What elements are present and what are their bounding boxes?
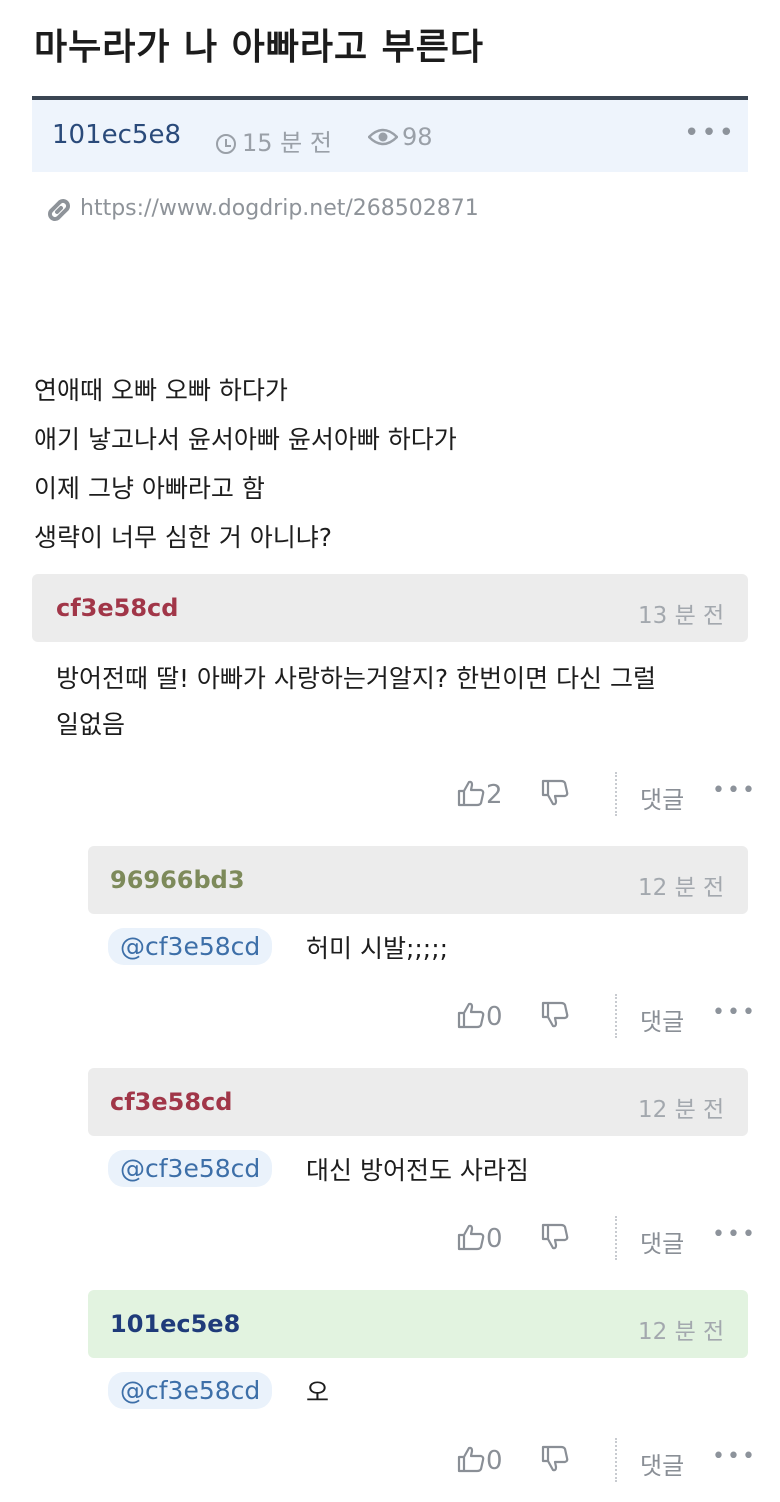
action-divider	[615, 772, 617, 816]
post-body-line: 이제 그냥 아빠라고 함	[34, 474, 265, 503]
more-dots-icon: •••	[712, 1444, 757, 1469]
post-url-link[interactable]: https://www.dogdrip.net/268502871	[80, 196, 479, 221]
thumbs-down-icon	[541, 1223, 569, 1250]
post-time: 15 분 전	[216, 123, 332, 158]
more-dots-icon: •••	[712, 778, 757, 803]
thumbs-up-icon	[457, 1224, 485, 1251]
comment-text: 대신 방어전도 사라짐	[306, 1156, 529, 1185]
like-count: 0	[486, 1446, 503, 1476]
reply-button[interactable]: 댓글	[640, 1446, 684, 1481]
more-dots-icon: •••	[712, 1222, 757, 1247]
link-icon	[48, 199, 70, 221]
post-time-text: 15 분 전	[242, 129, 332, 157]
clock-icon	[216, 134, 236, 154]
post-author[interactable]: 101ec5e8	[52, 120, 181, 150]
thumbs-down-icon	[541, 1445, 569, 1472]
like-button[interactable]: 0	[456, 1444, 503, 1476]
post-body-line: 생략이 너무 심한 거 아니냐?	[34, 523, 333, 552]
comment-text-line: 일없음	[56, 710, 126, 739]
comment-text: 허미 시발;;;;;	[306, 934, 449, 963]
thumbs-up-icon	[457, 780, 485, 807]
comment-more-button[interactable]: •••	[712, 1000, 757, 1025]
reply-button[interactable]: 댓글	[640, 1002, 684, 1037]
action-divider	[615, 1216, 617, 1260]
like-button[interactable]: 0	[456, 1222, 503, 1254]
comment-author[interactable]: cf3e58cd	[110, 1088, 232, 1116]
post-more-button[interactable]: •••	[684, 118, 736, 148]
mention-tag[interactable]: @cf3e58cd	[108, 1372, 273, 1409]
comment-time: 13 분 전	[638, 603, 725, 629]
eye-icon	[367, 128, 399, 146]
dislike-button[interactable]	[540, 1222, 570, 1254]
comment-text: 방어전때 딸! 아빠가 사랑하는거알지? 한번이면 다신 그럴 일없음	[56, 656, 756, 748]
like-button[interactable]: 0	[456, 1000, 503, 1032]
dislike-button[interactable]	[540, 1444, 570, 1476]
mention-tag[interactable]: @cf3e58cd	[108, 1150, 273, 1187]
dislike-button[interactable]	[540, 1000, 570, 1032]
comment-text-line: 방어전때 딸! 아빠가 사랑하는거알지? 한번이면 다신 그럴	[56, 664, 656, 693]
thumbs-down-icon	[541, 779, 569, 806]
comment-author[interactable]: 96966bd3	[110, 866, 245, 894]
comment-more-button[interactable]: •••	[712, 1222, 757, 1247]
more-dots-icon: •••	[712, 1000, 757, 1025]
like-count: 0	[486, 1002, 503, 1032]
post-body-line: 애기 낳고나서 윤서아빠 윤서아빠 하다가	[34, 425, 457, 454]
more-dots-icon: •••	[684, 118, 737, 148]
comment-author[interactable]: 101ec5e8	[110, 1310, 240, 1338]
like-button[interactable]: 2	[456, 778, 503, 810]
comment-author[interactable]: cf3e58cd	[56, 594, 178, 622]
reply-button[interactable]: 댓글	[640, 1224, 684, 1259]
post-views: 98	[367, 123, 433, 151]
post-views-count: 98	[402, 123, 433, 151]
dislike-button[interactable]	[540, 778, 570, 810]
action-divider	[615, 1438, 617, 1482]
comment-time: 12 분 전	[638, 1319, 725, 1345]
comment-more-button[interactable]: •••	[712, 778, 757, 803]
thumbs-up-icon	[457, 1002, 485, 1029]
comment-more-button[interactable]: •••	[712, 1444, 757, 1469]
thumbs-down-icon	[541, 1001, 569, 1028]
action-divider	[615, 994, 617, 1038]
comment-time: 12 분 전	[638, 1097, 725, 1123]
mention-tag[interactable]: @cf3e58cd	[108, 928, 273, 965]
post-title: 마누라가 나 아빠라고 부른다	[34, 27, 485, 68]
reply-button[interactable]: 댓글	[640, 780, 684, 815]
comment-time: 12 분 전	[638, 875, 725, 901]
post-body: 연애때 오빠 오빠 하다가 애기 낳고나서 윤서아빠 윤서아빠 하다가 이제 그…	[34, 366, 457, 562]
like-count: 0	[486, 1224, 503, 1254]
like-count: 2	[486, 780, 503, 810]
thumbs-up-icon	[457, 1446, 485, 1473]
post-body-line: 연애때 오빠 오빠 하다가	[34, 376, 288, 405]
comment-text: 오	[306, 1378, 330, 1407]
